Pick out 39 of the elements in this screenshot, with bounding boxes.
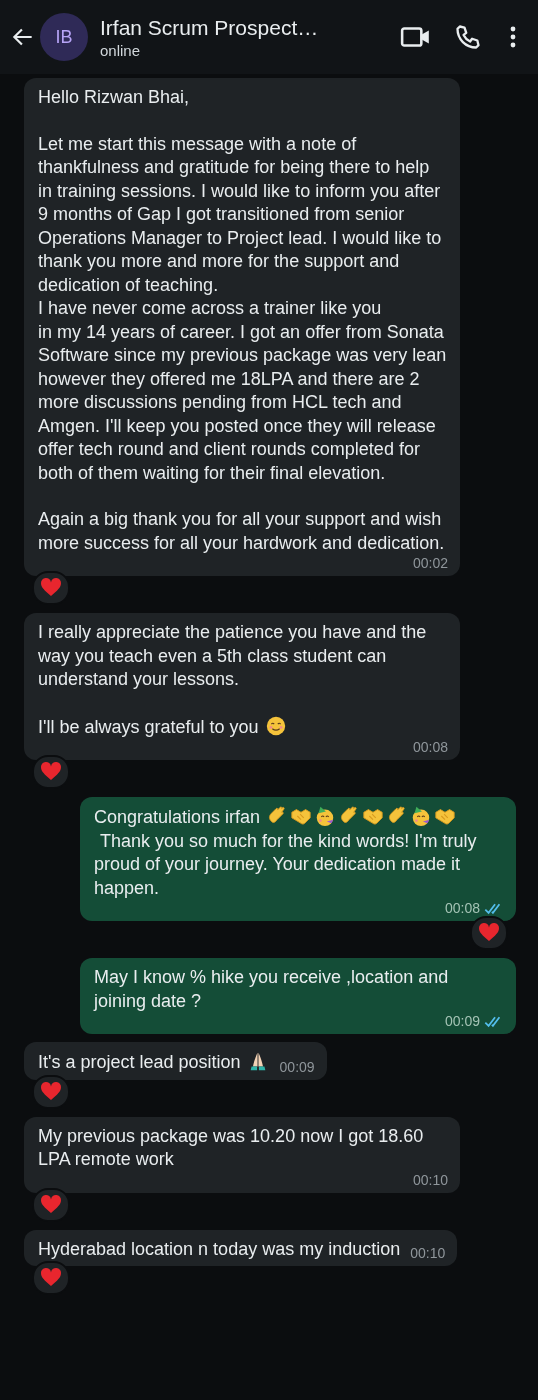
message-text: Congratulations irfan Thank you so much for the kind words! I'm truly proud of your journey. Your dedication made it happen. (94, 805, 478, 900)
heart-icon (40, 761, 62, 781)
avatar[interactable]: IB (40, 13, 88, 61)
menu-icon[interactable] (510, 25, 516, 49)
heart-icon (40, 1267, 62, 1287)
message-text: May I know % hike you receive ,location and joining date ? (94, 966, 450, 1013)
reaction-badge[interactable] (32, 1187, 70, 1222)
reaction-badge[interactable] (32, 571, 70, 605)
contact-name[interactable]: Irfan Scrum Prospect… (100, 15, 400, 40)
reaction-badge[interactable] (32, 1261, 70, 1295)
message-text: I really appreciate the patience you have and the way you teach even a 5th class student can understand your lessons. I'll be always grateful to you (38, 621, 428, 739)
sent-message-bubble[interactable]: May I know % hike you receive ,location and joining date ? 00:09 (80, 958, 516, 1034)
message-text: Hyderabad location n today was my induction (38, 1237, 401, 1261)
smiling-face-icon (264, 714, 287, 737)
heart-icon (40, 577, 62, 597)
message-time: 00:10 (412, 1171, 448, 1188)
reaction-badge[interactable] (470, 916, 508, 950)
heart-icon (478, 922, 500, 942)
sent-message-bubble[interactable]: Congratulations irfan Thank you so much for the kind words! I'm truly proud of your journey. Your dedication made it happen. 00:08 (80, 797, 516, 921)
contact-status: online (100, 41, 142, 59)
received-message-bubble[interactable]: I really appreciate the patience you have and the way you teach even a 5th class student can understand your lessons. I'll be always grateful to you 00:08 (24, 613, 460, 760)
message-time: 00:08 (412, 739, 448, 755)
heart-icon (40, 1080, 62, 1101)
message-time: 00:09 (279, 1058, 315, 1075)
received-message-bubble[interactable]: Hyderabad location n today was my induction 00:10 (24, 1229, 458, 1266)
message-time: 00:09 (444, 1013, 480, 1029)
message-text: My previous package was 10.20 now I got 18.60 LPA remote work (38, 1124, 425, 1171)
message-time: 00:02 (412, 555, 448, 571)
phone-call-icon[interactable] (454, 23, 482, 51)
message-text: Hello Rizwan Bhai, Let me start this message with a note of thankfulness and gratitude for being there to help in training sessions. I would like to inform you after 9 months of Gap I got transitioned from senior Operations Manager to Project lead. I would like to thank you more and more for the support and dedication of teaching. I have never come across a trainer like you in my 14 years of career. I got an offer from Sonata Software since my previous package was very lean however they offered me 18LPA and there are 2 more discussions pending from HCL tech and Amgen. I'll keep you posted once they will release offer tech round and client rounds completed for both of them waiting for their final elevation. Again a big thank you for all your support and wish more success for all your hardwork and dedication. (38, 86, 448, 555)
heart-icon (40, 1193, 62, 1214)
video-call-icon[interactable] (400, 24, 432, 50)
reaction-badge[interactable] (32, 755, 70, 789)
received-message-bubble[interactable]: It's a project lead position 00:09 (24, 1042, 327, 1080)
message-time: 00:08 (444, 900, 480, 916)
message-time: 00:10 (410, 1245, 446, 1261)
received-message-bubble[interactable]: My previous package was 10.20 now I got 18.60 LPA remote work 00:10 (24, 1116, 460, 1193)
reaction-badge[interactable] (32, 1074, 70, 1109)
message-text: It's a project lead position (38, 1050, 270, 1075)
